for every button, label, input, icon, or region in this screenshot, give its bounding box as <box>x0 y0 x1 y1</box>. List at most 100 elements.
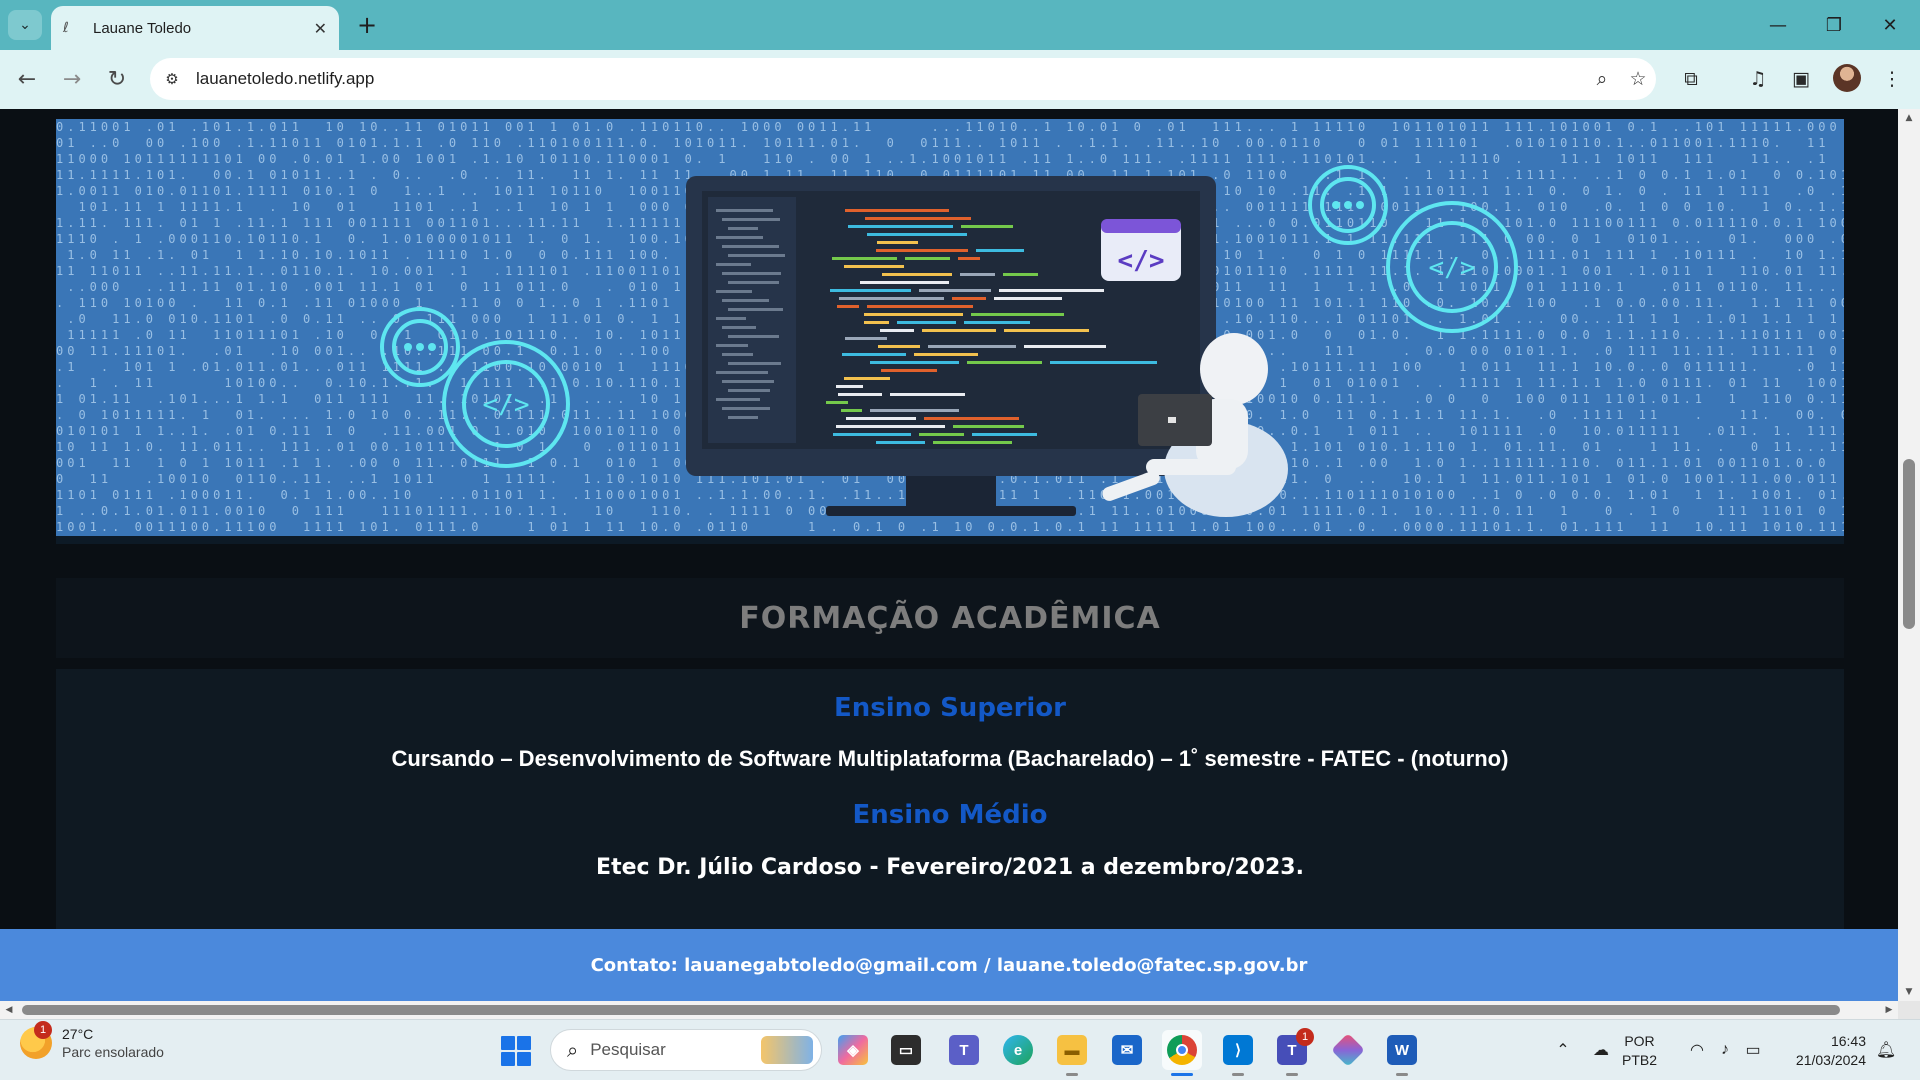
scroll-up-arrow-icon[interactable]: ▲ <box>1898 109 1920 127</box>
code-line <box>833 433 911 436</box>
code-line <box>845 209 949 212</box>
sidebar-code-line <box>722 353 753 356</box>
new-tab-button[interactable]: + <box>352 10 382 40</box>
code-line <box>905 257 950 260</box>
chevron-down-icon: ⌄ <box>19 17 31 33</box>
vertical-scrollbar[interactable]: ▲ ▼ <box>1898 109 1920 1001</box>
word-app-icon[interactable]: W <box>1382 1030 1422 1076</box>
sidebar-code-line <box>716 317 746 320</box>
code-line <box>880 329 914 332</box>
code-line <box>876 441 925 444</box>
sidebar-code-line <box>716 398 760 401</box>
side-panel-icon[interactable]: ▣ <box>1784 62 1818 96</box>
copilot-app-icon[interactable]: ◈ <box>833 1030 873 1070</box>
file-explorer-icon[interactable]: ▬ <box>1052 1030 1092 1076</box>
code-line <box>832 257 897 260</box>
code-line <box>844 265 904 268</box>
mail-app-icon[interactable]: ✉ <box>1107 1030 1147 1070</box>
tab-search-button[interactable]: ⌄ <box>8 10 42 40</box>
forward-button[interactable]: → <box>55 62 89 96</box>
contact-text[interactable]: Contato: lauanegabtoledo@gmail.com / lau… <box>591 955 1308 976</box>
code-line <box>890 393 965 396</box>
sidebar-code-line <box>722 407 770 410</box>
browser-menu-icon[interactable]: ⋮ <box>1875 62 1909 96</box>
sidebar-code-line <box>728 416 758 419</box>
site-info-icon[interactable]: ⚙ <box>158 65 186 93</box>
higher-education-heading: Ensino Superior <box>834 693 1066 723</box>
gear-icon-right <box>1308 165 1518 333</box>
browser-tab[interactable]: ℓ Lauane Toledo ✕ <box>51 6 339 50</box>
weather-condition: Parc ensolarado <box>62 1044 164 1060</box>
bookmark-star-icon[interactable]: ☆ <box>1620 61 1656 97</box>
vertical-scroll-thumb[interactable] <box>1903 459 1915 629</box>
code-line <box>837 305 859 308</box>
code-line <box>877 241 918 244</box>
code-line <box>967 361 1042 364</box>
address-bar[interactable]: ⚙ lauanetoledo.netlify.app ⌕ ☆ <box>150 58 1656 100</box>
sidebar-code-line <box>722 272 781 275</box>
code-line <box>841 409 862 412</box>
close-window-button[interactable]: ✕ <box>1862 8 1918 42</box>
code-line <box>952 297 986 300</box>
battery-icon[interactable]: ▭ <box>1740 1030 1766 1070</box>
chrome-browser-icon[interactable] <box>1162 1030 1202 1076</box>
teams-app-icon[interactable]: T <box>944 1030 984 1070</box>
code-line <box>933 441 1012 444</box>
weather-badge: 1 <box>34 1021 52 1039</box>
minimize-button[interactable]: — <box>1750 8 1806 42</box>
back-button[interactable]: ← <box>10 62 44 96</box>
language-code: POR <box>1624 1033 1655 1049</box>
section-title-bar: FORMAÇÃO ACADÊMICA <box>56 578 1844 658</box>
reload-button[interactable]: ↻ <box>100 62 134 96</box>
sidebar-code-line <box>716 209 773 212</box>
weather-temperature: 27°C <box>62 1026 94 1042</box>
sidebar-code-line <box>716 371 768 374</box>
sidebar-code-line <box>728 389 770 392</box>
git-app-icon[interactable] <box>1328 1030 1368 1070</box>
tray-chevron-up-icon[interactable]: ⌃ <box>1550 1030 1576 1070</box>
search-icon: ⌕ <box>567 1038 579 1062</box>
wifi-icon[interactable]: ◠ <box>1684 1030 1710 1070</box>
onedrive-icon[interactable]: ☁ <box>1588 1030 1614 1070</box>
code-line <box>867 305 973 308</box>
page-viewport: 0.11001 .01 .101.1.011 10 10..11 01011 0… <box>0 109 1898 1001</box>
zoom-icon[interactable]: ⌕ <box>1584 61 1620 97</box>
weather-widget[interactable]: 1 27°C Parc ensolarado <box>20 1021 164 1060</box>
system-clock[interactable]: 16:43 21/03/2024 <box>1782 1032 1866 1070</box>
hero-banner-image: 0.11001 .01 .101.1.011 10 10..11 01011 0… <box>56 119 1844 544</box>
sidebar-code-line <box>728 254 785 257</box>
task-view-icon[interactable]: ▭ <box>886 1030 926 1070</box>
scroll-down-arrow-icon[interactable]: ▼ <box>1898 983 1920 1001</box>
edge-browser-icon[interactable]: e <box>998 1030 1038 1070</box>
input-language-indicator[interactable]: POR PTB2 <box>1622 1032 1657 1070</box>
restore-button[interactable]: ❐ <box>1806 8 1862 42</box>
extensions-icon[interactable]: ⧉ <box>1674 62 1708 96</box>
horizontal-scroll-thumb[interactable] <box>22 1005 1840 1015</box>
code-line <box>999 289 1104 292</box>
vscode-app-icon[interactable]: ⟩ <box>1218 1030 1258 1076</box>
profile-avatar[interactable] <box>1833 64 1861 92</box>
keyboard-layout: PTB2 <box>1622 1052 1658 1068</box>
code-line <box>924 417 1019 420</box>
start-button-windows-icon[interactable] <box>501 1036 531 1066</box>
sidebar-code-line <box>722 326 756 329</box>
url-text[interactable]: lauanetoledo.netlify.app <box>196 69 1584 89</box>
teams-new-app-icon[interactable]: T 1 <box>1272 1028 1314 1076</box>
scroll-right-arrow-icon[interactable]: ▶ <box>1880 1001 1898 1019</box>
banner-code-left: </> <box>483 390 530 420</box>
notification-bell-icon[interactable]: 🔔︎ <box>1874 1030 1898 1070</box>
code-line <box>1050 361 1157 364</box>
sidebar-code-line <box>728 335 779 338</box>
tab-close-icon[interactable]: ✕ <box>314 19 327 38</box>
taskbar-search-box[interactable]: ⌕ Pesquisar <box>550 1029 822 1071</box>
code-line <box>864 321 889 324</box>
volume-icon[interactable]: ♪ <box>1712 1030 1738 1070</box>
scroll-left-arrow-icon[interactable]: ◀ <box>0 1001 18 1019</box>
media-control-icon[interactable]: ♫ <box>1741 62 1775 96</box>
sidebar-code-line <box>728 227 758 230</box>
horizontal-scrollbar[interactable]: ◀ ▶ <box>0 1001 1898 1019</box>
sidebar-code-line <box>716 236 763 239</box>
sidebar-code-line <box>728 362 781 365</box>
high-school-heading: Ensino Médio <box>852 800 1048 830</box>
code-line <box>836 385 863 388</box>
